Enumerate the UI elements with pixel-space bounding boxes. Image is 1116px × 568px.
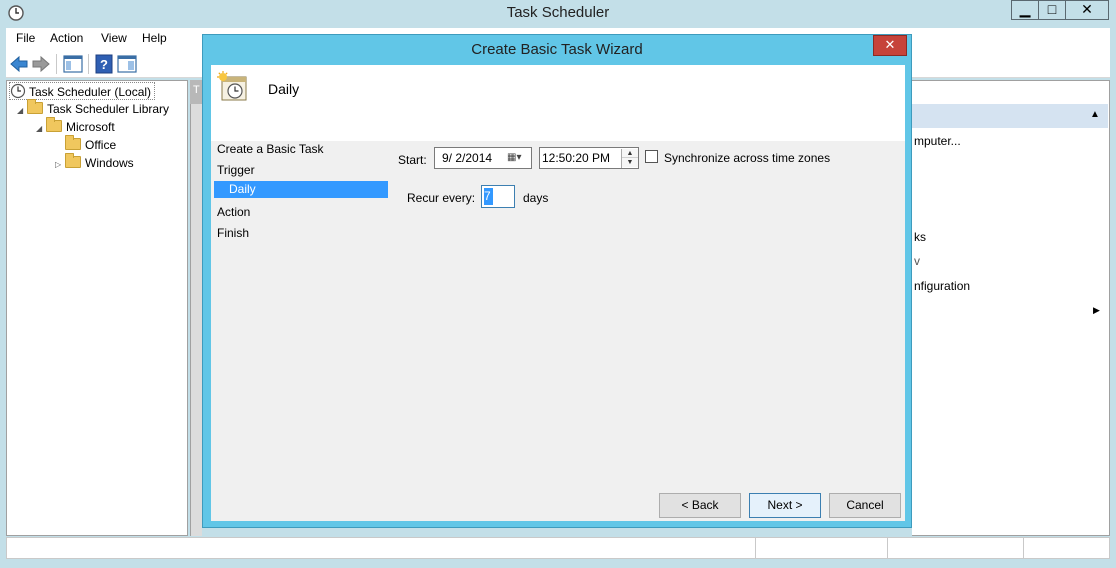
tree-item-label: Task Scheduler Library	[47, 102, 170, 116]
action-configuration[interactable]: nfiguration	[914, 279, 970, 293]
show-hide-console-tree-icon[interactable]	[62, 53, 84, 75]
wizard-heading: Daily	[268, 81, 300, 97]
step-create-basic-task[interactable]: Create a Basic Task	[217, 142, 324, 156]
start-date-value: 9/ 2/2014	[442, 151, 493, 165]
status-separator	[1023, 538, 1024, 558]
window-title: Task Scheduler	[506, 4, 610, 21]
svg-text:?: ?	[100, 57, 108, 72]
wizard-close-button[interactable]: ✕	[873, 35, 907, 56]
spin-up-icon[interactable]: ▲	[622, 149, 638, 158]
main-title-bar[interactable]: Task Scheduler ▁ □ ✕	[0, 0, 1116, 28]
expand-collapse-icon[interactable]: ◢	[36, 120, 46, 138]
synchronize-time-zones-checkbox[interactable]	[645, 150, 658, 163]
calendar-dropdown-icon[interactable]: ▦▾	[507, 150, 529, 166]
action-connect-computer[interactable]: mputer...	[914, 134, 961, 148]
tree-item-label: Office	[85, 138, 117, 152]
tree-item-task-scheduler-library[interactable]: ◢ Task Scheduler Library	[17, 99, 170, 120]
recur-every-value: 7	[484, 188, 493, 205]
step-finish[interactable]: Finish	[217, 226, 249, 240]
toolbar-separator	[88, 54, 89, 74]
folder-icon	[65, 153, 81, 168]
help-icon[interactable]: ?	[93, 53, 115, 75]
wizard-body: Daily Create a Basic Task Trigger Daily …	[211, 65, 905, 521]
recur-every-input[interactable]: 7	[481, 185, 515, 208]
cancel-button[interactable]: Cancel	[829, 493, 901, 518]
expand-collapse-icon[interactable]: ▷	[55, 156, 65, 174]
expand-collapse-icon[interactable]: ◢	[17, 102, 27, 120]
toolbar-separator	[56, 54, 57, 74]
action-item[interactable]: v	[914, 254, 920, 268]
forward-arrow-icon[interactable]	[30, 53, 52, 75]
minimize-button[interactable]: ▁	[1011, 0, 1039, 20]
clock-icon	[10, 83, 26, 99]
create-basic-task-wizard: Create Basic Task Wizard ✕ Daily Create …	[202, 34, 912, 528]
folder-icon	[65, 135, 81, 150]
step-action[interactable]: Action	[217, 205, 250, 219]
step-trigger[interactable]: Trigger	[217, 163, 255, 177]
back-button[interactable]: < Back	[659, 493, 741, 518]
close-button[interactable]: ✕	[1065, 0, 1109, 20]
submenu-arrow-icon[interactable]: ▶	[1093, 305, 1100, 316]
menu-file[interactable]: File	[16, 31, 35, 45]
recur-every-label: Recur every:	[407, 191, 476, 205]
status-bar	[6, 537, 1110, 559]
status-separator	[887, 538, 888, 558]
next-button[interactable]: Next >	[749, 493, 821, 518]
start-label: Start:	[398, 153, 427, 167]
menu-view[interactable]: View	[101, 31, 127, 45]
recur-unit-label: days	[523, 191, 549, 205]
folder-clock-icon	[27, 99, 43, 114]
show-hide-action-pane-icon[interactable]	[116, 53, 138, 75]
maximize-button[interactable]: □	[1038, 0, 1066, 20]
middle-pane	[190, 80, 202, 536]
wizard-title: Create Basic Task Wizard	[471, 41, 643, 58]
synchronize-time-zones-label[interactable]: Synchronize across time zones	[664, 151, 830, 165]
folder-icon	[46, 117, 62, 132]
spin-down-icon[interactable]: ▼	[622, 158, 638, 167]
console-tree: Task Scheduler (Local) ◢ Task Scheduler L…	[6, 80, 188, 536]
tree-item-microsoft[interactable]: ◢ Microsoft	[36, 117, 115, 138]
actions-section-header[interactable]: ▲	[912, 104, 1108, 128]
tree-item-windows[interactable]: ▷ Windows	[55, 153, 134, 174]
tree-item-label: Task Scheduler (Local)	[29, 85, 152, 99]
menu-action[interactable]: Action	[50, 31, 83, 45]
collapse-arrow-icon[interactable]: ▲	[1090, 109, 1100, 120]
time-spinner[interactable]: ▲ ▼	[621, 149, 638, 168]
tree-item-label: Windows	[85, 156, 134, 170]
back-arrow-icon[interactable]	[8, 53, 30, 75]
tree-item-office[interactable]: Office	[55, 135, 117, 154]
status-separator	[755, 538, 756, 558]
start-time-value: 12:50:20 PM	[542, 151, 611, 165]
tree-item-task-scheduler-local[interactable]: Task Scheduler (Local)	[9, 82, 155, 100]
step-daily[interactable]: Daily	[214, 181, 388, 198]
task-calendar-clock-icon	[217, 71, 247, 101]
start-time-input[interactable]: 12:50:20 PM ▲ ▼	[539, 147, 639, 169]
actions-pane	[912, 80, 1110, 536]
menu-help[interactable]: Help	[142, 31, 167, 45]
wizard-header: Daily	[211, 65, 905, 141]
action-tasks[interactable]: ks	[914, 230, 926, 244]
start-date-picker[interactable]: 9/ 2/2014 ▦▾	[434, 147, 532, 169]
tree-item-label: Microsoft	[66, 120, 115, 134]
